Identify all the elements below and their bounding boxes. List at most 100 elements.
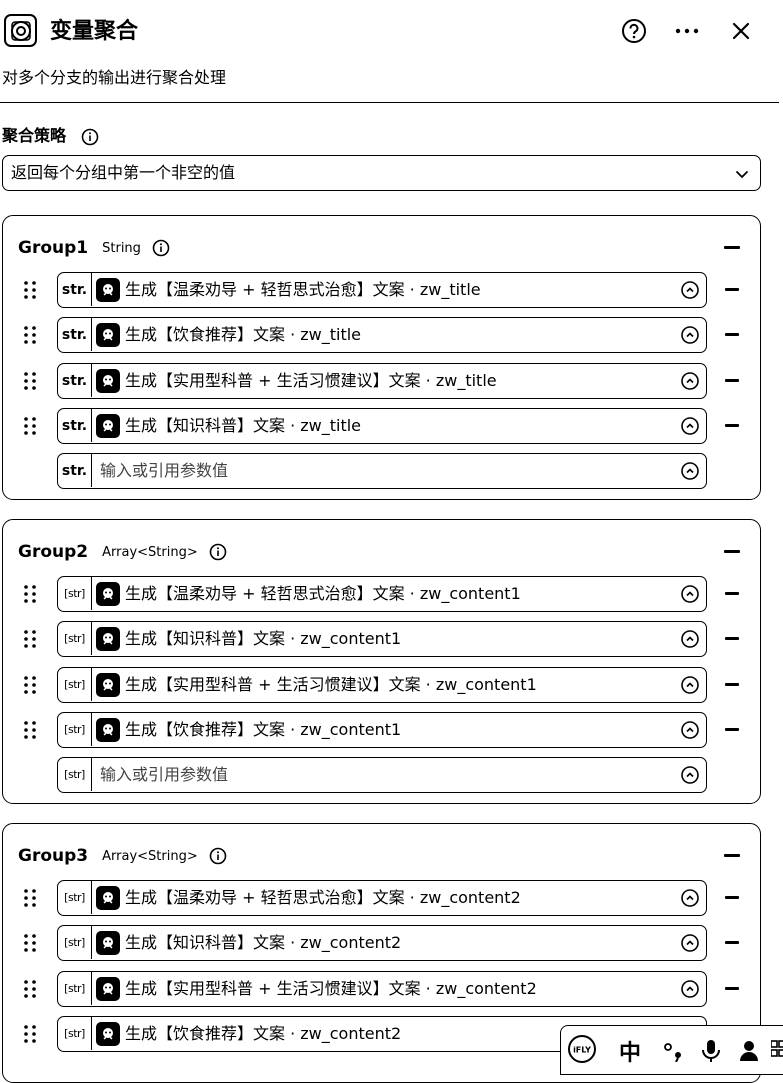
remove-variable-button[interactable] bbox=[725, 637, 739, 640]
group-name: Group2 bbox=[18, 542, 89, 562]
variable-row: [str] 生成【温柔劝导 + 轻哲思式治愈】文案 · zw_content2 bbox=[3, 880, 760, 916]
remove-variable-button[interactable] bbox=[725, 424, 739, 427]
node-ref-icon bbox=[96, 627, 120, 651]
add-variable-row: str. 输入或引用参数值 bbox=[3, 453, 760, 489]
info-icon[interactable] bbox=[208, 846, 228, 866]
variable-row: [str] 生成【饮食推荐】文案 · zw_content1 bbox=[3, 712, 760, 748]
variable-picker-icon[interactable] bbox=[680, 629, 700, 649]
info-icon[interactable] bbox=[80, 127, 100, 147]
drag-handle-icon[interactable] bbox=[23, 584, 37, 604]
ifly-logo-icon[interactable]: iFLY bbox=[567, 1035, 597, 1063]
drag-handle-icon[interactable] bbox=[23, 280, 37, 300]
variable-row: str. 生成【温柔劝导 + 轻哲思式治愈】文案 · zw_title bbox=[3, 272, 760, 308]
variable-input-field[interactable]: [str] 输入或引用参数值 bbox=[57, 757, 707, 793]
remove-group-button[interactable] bbox=[724, 246, 740, 249]
close-icon[interactable] bbox=[726, 16, 756, 46]
type-tag: [str] bbox=[58, 972, 92, 1005]
variable-input-field[interactable]: str. 输入或引用参数值 bbox=[57, 453, 707, 489]
variable-reference-field[interactable]: [str] 生成【饮食推荐】文案 · zw_content1 bbox=[57, 712, 707, 748]
node-ref-icon bbox=[96, 369, 120, 393]
variable-picker-icon[interactable] bbox=[680, 720, 700, 740]
group-name: Group1 bbox=[18, 238, 89, 258]
variable-reference-text: 生成【饮食推荐】文案 · zw_content1 bbox=[125, 720, 402, 739]
node-ref-icon bbox=[96, 414, 120, 438]
remove-variable-button[interactable] bbox=[725, 333, 739, 336]
drag-handle-icon[interactable] bbox=[23, 629, 37, 649]
type-tag: [str] bbox=[58, 758, 92, 791]
variable-picker-icon[interactable] bbox=[680, 280, 700, 300]
group-header: Group3 Array<String> bbox=[18, 844, 228, 868]
remove-variable-button[interactable] bbox=[725, 987, 739, 990]
variable-reference-field[interactable]: [str] 生成【实用型科普 + 生活习惯建议】文案 · zw_content1 bbox=[57, 667, 707, 703]
strategy-selected-value: 返回每个分组中第一个非空的值 bbox=[11, 163, 236, 182]
help-icon[interactable] bbox=[619, 16, 649, 46]
variable-picker-icon[interactable] bbox=[680, 675, 700, 695]
remove-group-button[interactable] bbox=[724, 854, 740, 857]
group-card: Group2 Array<String> [str] 生成【温柔劝导 + 轻哲思式治愈… bbox=[2, 519, 761, 804]
type-tag: [str] bbox=[58, 713, 92, 746]
drag-handle-icon[interactable] bbox=[23, 325, 37, 345]
group-type: Array<String> bbox=[102, 544, 198, 560]
variable-reference-field[interactable]: str. 生成【实用型科普 + 生活习惯建议】文案 · zw_title bbox=[57, 363, 707, 399]
variable-picker-icon[interactable] bbox=[680, 416, 700, 436]
remove-group-button[interactable] bbox=[724, 550, 740, 553]
type-tag: [str] bbox=[58, 622, 92, 655]
drag-handle-icon[interactable] bbox=[23, 371, 37, 391]
drag-handle-icon[interactable] bbox=[23, 416, 37, 436]
remove-variable-button[interactable] bbox=[725, 288, 739, 291]
variable-reference-text: 生成【知识科普】文案 · zw_content1 bbox=[125, 629, 402, 648]
variable-picker-icon[interactable] bbox=[680, 888, 700, 908]
variable-reference-field[interactable]: [str] 生成【知识科普】文案 · zw_content1 bbox=[57, 621, 707, 657]
variable-picker-icon[interactable] bbox=[680, 933, 700, 953]
group-name: Group3 bbox=[18, 846, 89, 866]
strategy-label: 聚合策略 bbox=[2, 124, 100, 148]
variable-reference-text: 生成【温柔劝导 + 轻哲思式治愈】文案 · zw_content1 bbox=[125, 584, 521, 603]
variable-reference-field[interactable]: [str] 生成【温柔劝导 + 轻哲思式治愈】文案 · zw_content1 bbox=[57, 576, 707, 612]
variable-reference-text: 生成【温柔劝导 + 轻哲思式治愈】文案 · zw_title bbox=[125, 280, 481, 299]
variable-picker-icon[interactable] bbox=[680, 979, 700, 999]
variable-reference-field[interactable]: str. 生成【温柔劝导 + 轻哲思式治愈】文案 · zw_title bbox=[57, 272, 707, 308]
strategy-select[interactable]: 返回每个分组中第一个非空的值 bbox=[2, 155, 761, 191]
more-icon[interactable] bbox=[672, 16, 702, 46]
variable-reference-text: 生成【实用型科普 + 生活习惯建议】文案 · zw_content1 bbox=[125, 675, 537, 694]
grid-icon[interactable] bbox=[771, 1038, 783, 1064]
info-icon[interactable] bbox=[208, 542, 228, 562]
remove-variable-button[interactable] bbox=[725, 379, 739, 382]
remove-variable-button[interactable] bbox=[725, 941, 739, 944]
microphone-icon[interactable] bbox=[701, 1038, 721, 1064]
variable-reference-field[interactable]: str. 生成【饮食推荐】文案 · zw_title bbox=[57, 317, 707, 353]
drag-handle-icon[interactable] bbox=[23, 720, 37, 740]
remove-variable-button[interactable] bbox=[725, 683, 739, 686]
variable-reference-text: 生成【饮食推荐】文案 · zw_content2 bbox=[125, 1024, 402, 1043]
info-icon[interactable] bbox=[151, 238, 171, 258]
variable-reference-field[interactable]: [str] 生成【温柔劝导 + 轻哲思式治愈】文案 · zw_content2 bbox=[57, 880, 707, 916]
remove-variable-button[interactable] bbox=[725, 592, 739, 595]
variable-picker-icon[interactable] bbox=[680, 584, 700, 604]
variable-row: str. 生成【知识科普】文案 · zw_title bbox=[3, 408, 760, 444]
variable-reference-field[interactable]: [str] 生成【知识科普】文案 · zw_content2 bbox=[57, 925, 707, 961]
variable-reference-field[interactable]: [str] 生成【实用型科普 + 生活习惯建议】文案 · zw_content2 bbox=[57, 971, 707, 1007]
ime-toolbar: iFLY 中 bbox=[560, 1025, 783, 1075]
variable-reference-field[interactable]: str. 生成【知识科普】文案 · zw_title bbox=[57, 408, 707, 444]
type-tag: [str] bbox=[58, 1017, 92, 1050]
variable-picker-icon[interactable] bbox=[680, 371, 700, 391]
remove-variable-button[interactable] bbox=[725, 728, 739, 731]
user-icon[interactable] bbox=[739, 1038, 759, 1064]
drag-handle-icon[interactable] bbox=[23, 675, 37, 695]
variable-picker-icon[interactable] bbox=[680, 325, 700, 345]
group-header: Group2 Array<String> bbox=[18, 540, 228, 564]
variable-row: str. 生成【饮食推荐】文案 · zw_title bbox=[3, 317, 760, 353]
drag-handle-icon[interactable] bbox=[23, 933, 37, 953]
divider bbox=[0, 102, 779, 103]
remove-variable-button[interactable] bbox=[725, 896, 739, 899]
drag-handle-icon[interactable] bbox=[23, 1024, 37, 1044]
ime-mode-chinese[interactable]: 中 bbox=[619, 1038, 641, 1066]
drag-handle-icon[interactable] bbox=[23, 979, 37, 999]
variable-picker-icon[interactable] bbox=[680, 765, 700, 785]
variable-picker-icon[interactable] bbox=[680, 461, 700, 481]
strategy-label-text: 聚合策略 bbox=[2, 126, 67, 145]
drag-handle-icon[interactable] bbox=[23, 888, 37, 908]
variable-reference-text: 生成【知识科普】文案 · zw_title bbox=[125, 416, 362, 435]
punctuation-icon[interactable] bbox=[663, 1038, 685, 1064]
input-placeholder: 输入或引用参数值 bbox=[100, 765, 229, 784]
